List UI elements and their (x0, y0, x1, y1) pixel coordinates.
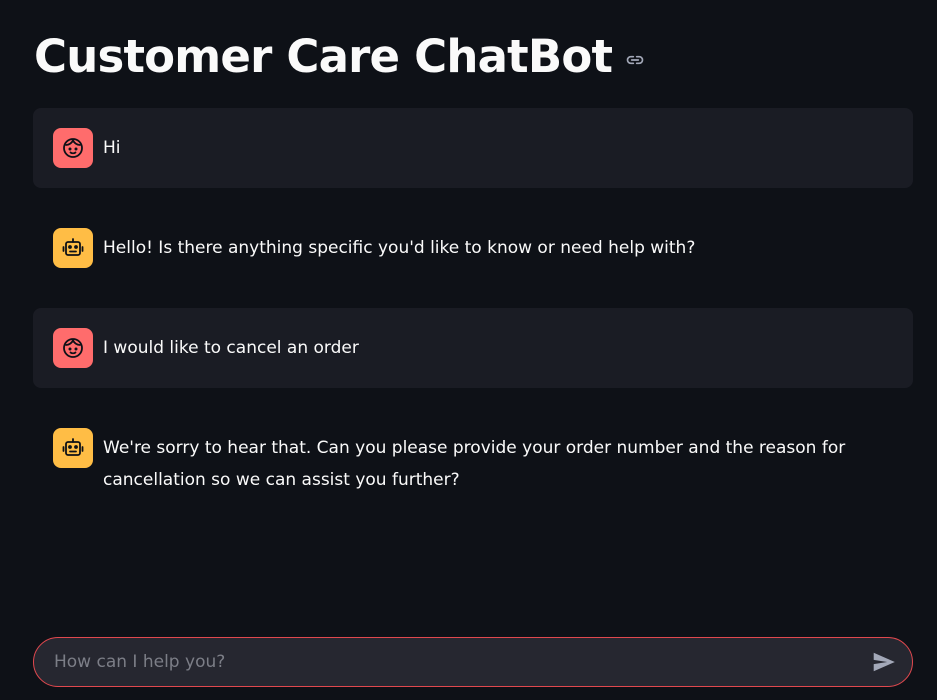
chat-message-user: I would like to cancel an order (33, 308, 913, 388)
bot-avatar (53, 228, 93, 268)
chat-message-user: Hi (33, 108, 913, 188)
send-button[interactable] (864, 642, 904, 682)
page-title-text: Customer Care ChatBot (34, 29, 613, 83)
chat-input[interactable] (34, 637, 864, 687)
robot-icon (62, 438, 84, 456)
message-text: Hello! Is there anything specific you'd … (103, 238, 696, 258)
page-title: Customer Care ChatBot (34, 26, 646, 86)
user-avatar (53, 128, 93, 168)
chat-message-list: Hi Hello! Is there anything specific you… (33, 108, 913, 536)
robot-icon (62, 238, 84, 256)
link-icon[interactable] (624, 49, 646, 71)
message-text: Hi (103, 138, 121, 158)
message-text: I would like to cancel an order (103, 338, 359, 358)
bot-avatar (53, 428, 93, 468)
user-face-icon (63, 338, 83, 358)
chat-input-container (33, 637, 913, 687)
user-avatar (53, 328, 93, 368)
send-icon (873, 652, 895, 672)
user-face-icon (63, 138, 83, 158)
chat-message-assistant: Hello! Is there anything specific you'd … (33, 208, 913, 288)
message-text: We're sorry to hear that. Can you please… (103, 438, 846, 490)
chat-message-assistant: We're sorry to hear that. Can you please… (33, 408, 913, 516)
